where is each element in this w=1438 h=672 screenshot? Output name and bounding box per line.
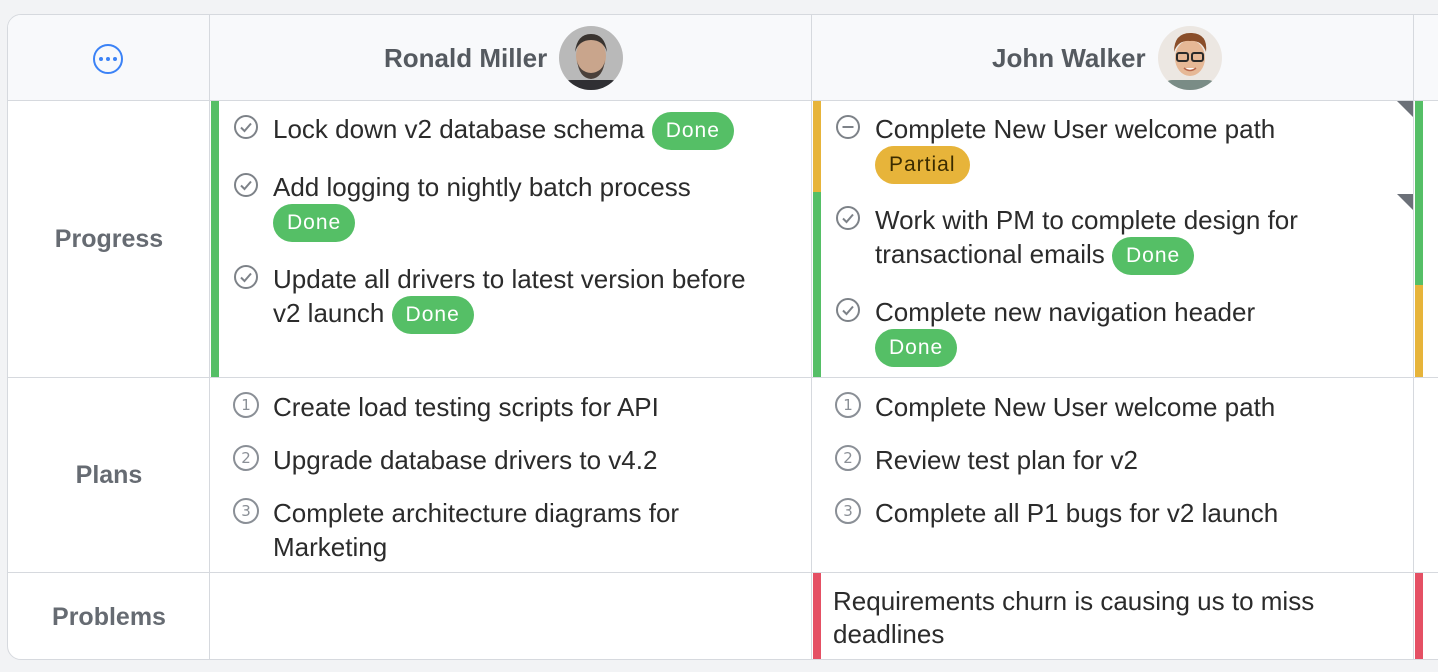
progress-item[interactable]: Complete New User welcome path Partial: [835, 112, 1395, 185]
progress-item-text: Update all drivers to latest version bef…: [273, 264, 746, 328]
number-3-icon: 3: [233, 498, 259, 524]
progress-item-text: Complete New User welcome path: [875, 114, 1276, 144]
number-3-icon: 3: [835, 498, 861, 524]
plan-item[interactable]: 2 Review test plan for v2: [835, 443, 1395, 477]
progress-item[interactable]: Update all drivers to latest version bef…: [233, 262, 753, 335]
plan-item[interactable]: 1 Create load testing scripts for API: [233, 390, 793, 424]
check-circle-icon: [234, 115, 258, 139]
person-name: John Walker: [992, 42, 1146, 73]
number-1-icon: 1: [835, 392, 861, 418]
problem-item[interactable]: Requirements churn is causing us to miss…: [833, 585, 1393, 651]
plan-item-text: Create load testing scripts for API: [273, 392, 659, 422]
status-badge: Done: [273, 204, 356, 243]
comment-marker-icon[interactable]: [1397, 194, 1413, 210]
plan-item-text: Review test plan for v2: [875, 445, 1139, 475]
progress-item[interactable]: Lock down v2 database schema Done: [233, 112, 803, 151]
row-label-plans: Plans: [75, 461, 143, 489]
progress-item-text: Work with PM to complete design for tran…: [875, 205, 1298, 269]
plan-item[interactable]: 1 Complete New User welcome path: [835, 390, 1395, 424]
progress-item-text: Lock down v2 database schema: [273, 114, 645, 144]
comment-marker-icon[interactable]: [1397, 101, 1413, 117]
avatar: [1157, 26, 1222, 90]
plan-item-text: Complete all P1 bugs for v2 launch: [875, 498, 1279, 528]
header-cell-next: [1414, 15, 1438, 101]
number-2-icon: 2: [835, 445, 861, 471]
partial-status-bar: [813, 101, 821, 192]
plan-item[interactable]: 3 Complete all P1 bugs for v2 launch: [835, 496, 1395, 530]
plan-item-text: Complete New User welcome path: [875, 392, 1276, 422]
person-header-john[interactable]: John Walker: [992, 15, 1222, 101]
done-status-bar: [813, 192, 821, 377]
plan-item-text: Complete architecture diagrams for Marke…: [273, 498, 680, 562]
number-1-icon: 1: [233, 392, 259, 418]
status-badge: Done: [1112, 237, 1195, 276]
header-corner-cell: [8, 15, 210, 101]
status-board: Ronald Miller John Walker Progress Plans…: [7, 14, 1438, 660]
row-label-problems: Problems: [52, 603, 166, 631]
avatar: [559, 26, 624, 90]
person-name: Ronald Miller: [384, 42, 548, 73]
progress-item-text: Add logging to nightly batch process: [273, 172, 691, 202]
person-header-ronald[interactable]: Ronald Miller: [384, 15, 624, 101]
header-cell-ronald: Ronald Miller: [210, 15, 812, 101]
status-badge: Done: [651, 112, 734, 151]
plan-item[interactable]: 2 Upgrade database drivers to v4.2: [233, 443, 793, 477]
status-badge: Done: [391, 296, 474, 335]
minus-circle-icon: [836, 115, 860, 139]
more-horizontal-icon[interactable]: [93, 44, 123, 74]
done-status-bar: [1415, 101, 1423, 285]
problem-status-bar: [813, 573, 821, 659]
status-badge: Done: [875, 329, 958, 368]
progress-status-bar: [211, 101, 219, 377]
progress-item[interactable]: Work with PM to complete design for tran…: [835, 203, 1355, 276]
plan-item-text: Upgrade database drivers to v4.2: [273, 445, 658, 475]
plan-item[interactable]: 3 Complete architecture diagrams for Mar…: [233, 496, 773, 564]
check-circle-icon: [836, 298, 860, 322]
progress-item-text: Complete new navigation header: [875, 297, 1256, 327]
check-circle-icon: [836, 206, 860, 230]
row-label-progress: Progress: [54, 225, 164, 253]
problem-status-bar: [1415, 573, 1423, 659]
header-cell-john: John Walker: [812, 15, 1414, 101]
check-circle-icon: [234, 173, 258, 197]
progress-item[interactable]: Add logging to nightly batch process Done: [233, 170, 793, 243]
progress-item[interactable]: Complete new navigation header Done: [835, 295, 1355, 368]
check-circle-icon: [234, 265, 258, 289]
number-2-icon: 2: [233, 445, 259, 471]
partial-status-bar: [1415, 285, 1423, 377]
status-badge: Partial: [875, 146, 970, 185]
